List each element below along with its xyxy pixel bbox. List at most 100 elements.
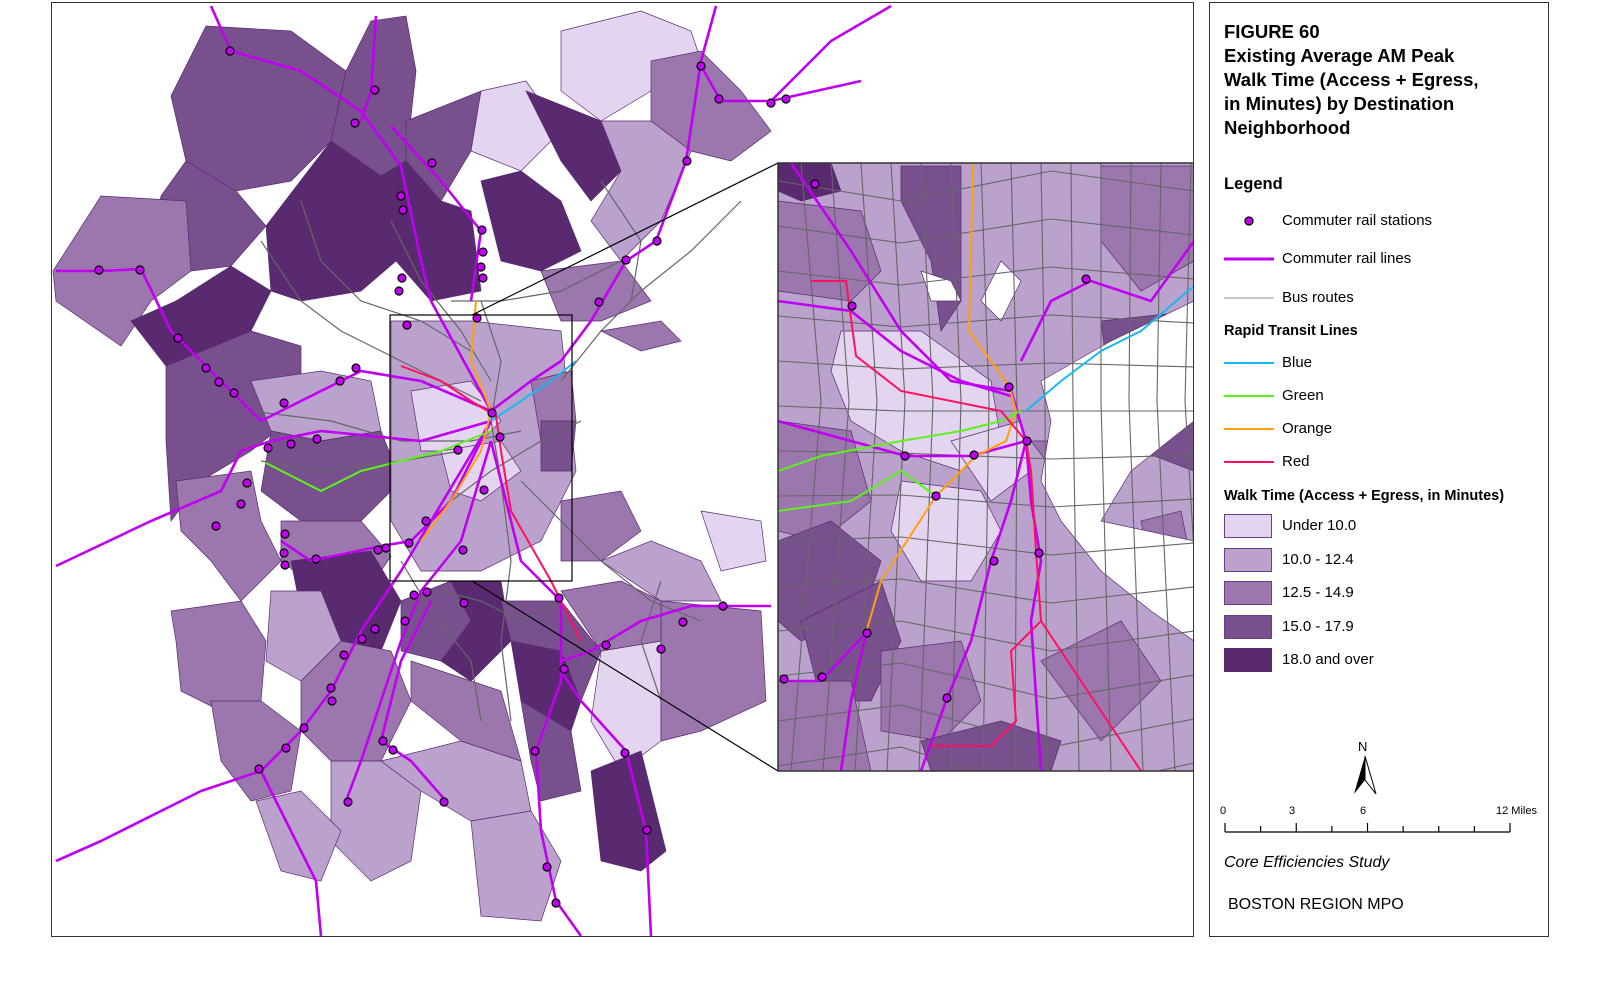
- neighborhood-polygon: [660, 600, 767, 742]
- legend-class-15-18: 15.0 - 17.9: [1224, 615, 1544, 639]
- commuter-rail-station: [373, 545, 383, 555]
- commuter-rail-station: [173, 333, 183, 343]
- inset-commuter-rail-station: [969, 450, 979, 460]
- commuter-rail-station: [781, 94, 791, 104]
- commuter-rail-station: [453, 445, 463, 455]
- commuter-rail-station: [394, 286, 404, 296]
- neighborhood-polygon: [170, 600, 267, 712]
- legend-item-orange-line: Orange: [1224, 417, 1544, 441]
- neighborhood-polygon: [260, 430, 402, 522]
- commuter-rail-station: [381, 543, 391, 553]
- legend-class-under-10: Under 10.0: [1224, 514, 1544, 538]
- commuter-rail-station: [229, 388, 239, 398]
- commuter-rail-station: [280, 560, 290, 570]
- commuter-rail-station: [421, 516, 431, 526]
- scale-tick-3: 3: [1289, 805, 1296, 817]
- commuter-rail-station: [479, 485, 489, 495]
- legend-class-12-15: 12.5 - 14.9: [1224, 581, 1544, 605]
- red-line-icon: [1224, 461, 1274, 463]
- commuter-rail-station: [279, 548, 289, 558]
- commuter-rail-station: [327, 696, 337, 706]
- station-dot-icon: [1244, 216, 1254, 226]
- commuter-rail-station: [714, 94, 724, 104]
- commuter-rail-station: [766, 98, 776, 108]
- commuter-rail-station: [642, 825, 652, 835]
- commuter-rail-station: [280, 529, 290, 539]
- legend-class-10-12: 10.0 - 12.4: [1224, 548, 1544, 572]
- commuter-rail-station: [370, 624, 380, 634]
- commuter-rail-station: [397, 273, 407, 283]
- commuter-rail-station: [388, 745, 398, 755]
- commuter-rail-station: [652, 236, 662, 246]
- commuter-rail-station: [718, 601, 728, 611]
- commuter-rail-station: [312, 434, 322, 444]
- study-name: Core Efficiencies Study: [1224, 854, 1390, 871]
- commuter-rail-station: [476, 262, 486, 272]
- commuter-rail-station: [370, 85, 380, 95]
- figure-title-line-4: Neighborhood: [1224, 117, 1351, 138]
- neighborhood-polygon: [590, 750, 667, 872]
- commuter-rail-station: [682, 156, 692, 166]
- commuter-rail-line: [55, 769, 262, 863]
- legend-label: 12.5 - 14.9: [1282, 584, 1354, 601]
- agency-name: BOSTON REGION MPO: [1228, 896, 1404, 913]
- legend-item-green-line: Green: [1224, 384, 1544, 408]
- commuter-rail-station: [335, 376, 345, 386]
- inset-commuter-rail-station: [847, 301, 857, 311]
- commuter-rail-station: [281, 743, 291, 753]
- commuter-rail-station: [554, 593, 564, 603]
- map-main[interactable]: [51, 2, 1194, 937]
- commuter-rail-station: [400, 616, 410, 626]
- commuter-rail-station: [299, 723, 309, 733]
- inset-commuter-rail-station: [817, 672, 827, 682]
- neighborhood-polygon: [255, 790, 342, 882]
- neighborhood-polygon: [599, 320, 682, 352]
- commuter-rail-station: [286, 439, 296, 449]
- figure-title-line-2: Walk Time (Access + Egress,: [1224, 69, 1479, 90]
- inset-commuter-rail-station: [989, 556, 999, 566]
- commuter-rail-station: [551, 898, 561, 908]
- inset-commuter-rail-station: [862, 628, 872, 638]
- commuter-rail-station: [621, 255, 631, 265]
- commuter-rail-station: [542, 862, 552, 872]
- neighborhood-polygon: [480, 170, 582, 272]
- legend-label: Commuter rail stations: [1282, 212, 1433, 229]
- commuter-rail-station: [478, 273, 488, 283]
- legend-item-commuter-rail: Commuter rail lines: [1224, 247, 1544, 271]
- legend-label: 10.0 - 12.4: [1282, 551, 1354, 568]
- commuter-rail-station: [225, 46, 235, 56]
- inset-commuter-rail-station: [1004, 382, 1014, 392]
- commuter-rail-station: [559, 664, 569, 674]
- commuter-rail-station: [495, 432, 505, 442]
- commuter-rail-station: [396, 191, 406, 201]
- commuter-rail-station: [678, 617, 688, 627]
- north-arrow: N: [1350, 739, 1380, 799]
- commuter-rail-station: [487, 408, 497, 418]
- commuter-rail-station: [530, 746, 540, 756]
- commuter-rail-station: [211, 521, 221, 531]
- color-swatch: [1224, 581, 1272, 605]
- green-line-icon: [1224, 395, 1274, 397]
- commuter-rail-station: [656, 644, 666, 654]
- map-canvas[interactable]: [52, 3, 1193, 936]
- commuter-rail-station: [279, 398, 289, 408]
- commuter-rail-station: [398, 205, 408, 215]
- legend-item-stations: Commuter rail stations: [1224, 209, 1544, 233]
- legend-label: Green: [1282, 387, 1324, 404]
- inset-commuter-rail-station: [1034, 548, 1044, 558]
- legend-label: 15.0 - 17.9: [1282, 618, 1354, 635]
- legend-label: Red: [1282, 453, 1310, 470]
- legend-panel: FIGURE 60 Existing Average AM Peak Walk …: [1209, 2, 1549, 937]
- commuter-rail-station: [339, 650, 349, 660]
- commuter-rail-station: [458, 545, 468, 555]
- neighborhood-polygon: [250, 370, 382, 442]
- orange-line-icon: [1224, 428, 1274, 430]
- figure-title-line-1: Existing Average AM Peak: [1224, 45, 1455, 66]
- legend-label: Orange: [1282, 420, 1333, 437]
- commuter-rail-station: [236, 499, 246, 509]
- commuter-rail-station: [402, 320, 412, 330]
- commuter-rail-station: [135, 265, 145, 275]
- commuter-rail-station: [343, 797, 353, 807]
- figure-title: FIGURE 60 Existing Average AM Peak Walk …: [1224, 20, 1544, 140]
- commuter-rail-station: [439, 797, 449, 807]
